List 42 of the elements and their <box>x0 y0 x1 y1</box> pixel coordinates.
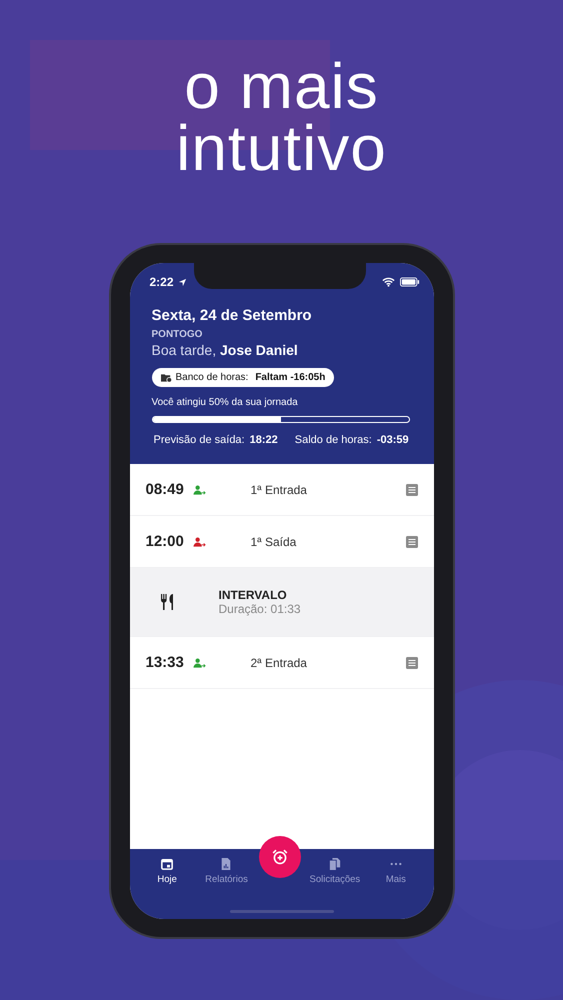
punch-time: 08:49 <box>146 481 185 498</box>
documents-icon <box>328 858 341 870</box>
hours-bank-label: Banco de horas: <box>176 372 248 383</box>
punch-time: 13:33 <box>146 654 185 671</box>
break-title: INTERVALO <box>218 588 288 602</box>
greeting: Boa tarde, Jose Daniel <box>152 342 298 358</box>
nav-tab[interactable]: Solicitações <box>303 849 366 889</box>
note-icon[interactable] <box>406 656 418 668</box>
nav-tab[interactable]: Mais <box>366 849 426 889</box>
punch-row[interactable]: 08:49 1ª Entrada <box>130 464 434 516</box>
note-icon[interactable] <box>406 484 418 496</box>
punch-row[interactable]: 13:33 2ª Entrada <box>130 637 434 689</box>
calendar-icon <box>161 858 174 870</box>
exit-forecast-label: Previsão de saída: <box>154 434 245 446</box>
person-arrow-icon <box>192 658 206 668</box>
report-icon <box>220 858 232 870</box>
date-title: Sexta, 24 de Setembro <box>152 307 312 324</box>
add-punch-button[interactable] <box>258 836 301 878</box>
progress-text: Você atingiu 50% da sua jornada <box>152 397 298 408</box>
location-arrow-icon <box>178 278 187 286</box>
person-arrow-icon <box>192 536 206 546</box>
headline: o mais intutivo <box>175 55 388 179</box>
punch-label: 1ª Saída <box>250 534 298 548</box>
punch-label: 1ª Entrada <box>250 482 308 496</box>
exit-forecast-value: 18:22 <box>250 434 278 446</box>
nav-tab[interactable]: Relatórios <box>196 849 256 889</box>
battery-icon <box>400 277 420 287</box>
balance-value: -03:59 <box>376 434 409 446</box>
folder-clock-icon <box>160 372 172 382</box>
note-icon[interactable] <box>406 536 418 548</box>
break-duration: Duração: 01:33 <box>218 602 301 616</box>
balance-label: Saldo de horas: <box>294 434 372 446</box>
punch-label: 2ª Entrada <box>250 656 308 670</box>
alarm-clock-plus-icon <box>272 849 288 865</box>
fork-knife-icon <box>160 594 174 610</box>
company-name: PONTOGO <box>152 329 202 340</box>
person-arrow-icon <box>192 484 206 494</box>
punch-time: 12:00 <box>146 533 185 550</box>
nav-tab[interactable]: Hoje <box>138 849 197 889</box>
wifi-icon <box>382 277 394 287</box>
status-time: 2:22 <box>150 275 174 289</box>
hours-bank-value: Faltam -16:05h <box>255 372 326 383</box>
